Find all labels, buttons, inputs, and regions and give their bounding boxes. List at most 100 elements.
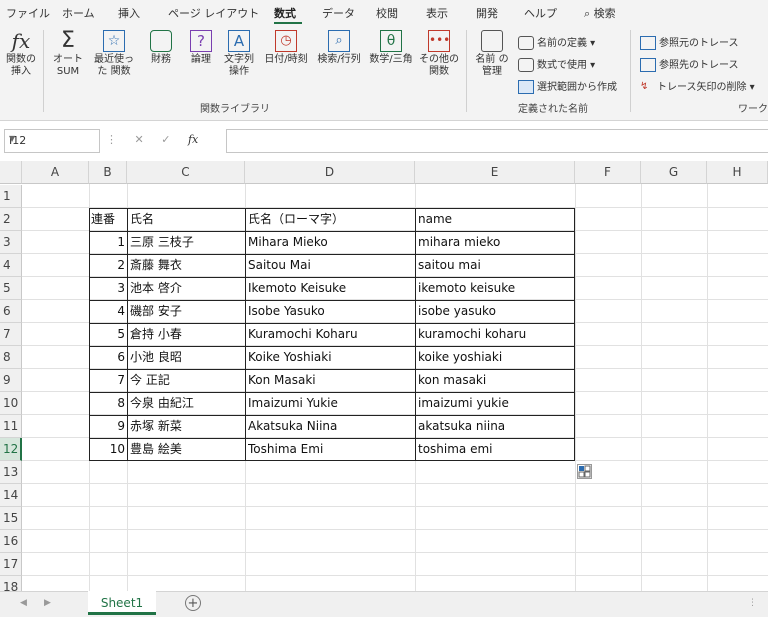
text-button[interactable]: A 文字列 操作 xyxy=(222,30,256,78)
remove-arrows-button[interactable]: ↯ トレース矢印の削除 ▾ xyxy=(640,78,755,93)
table-cell-romaji[interactable]: Akatsuka Niina xyxy=(248,415,414,437)
recent-functions-button[interactable]: ☆ 最近使った 関数 xyxy=(92,30,136,78)
table-cell-name[interactable]: 小池 良昭 xyxy=(130,346,244,368)
search-box[interactable]: ⌕ 検索 xyxy=(584,5,616,21)
row-header-13[interactable]: 13 xyxy=(0,461,22,484)
formula-input[interactable] xyxy=(226,129,768,153)
column-header-c[interactable]: C xyxy=(127,161,245,184)
column-header-a[interactable]: A xyxy=(22,161,89,184)
table-cell-name[interactable]: 倉持 小春 xyxy=(130,323,244,345)
table-cell-romaji[interactable]: Imaizumi Yukie xyxy=(248,392,414,414)
enter-icon[interactable]: ✓ xyxy=(161,133,170,146)
row-header-12[interactable]: 12 xyxy=(0,438,22,461)
table-cell-number[interactable]: 6 xyxy=(89,346,125,368)
row-header-15[interactable]: 15 xyxy=(0,507,22,530)
create-from-selection-button[interactable]: 選択範囲から作成 xyxy=(518,78,617,94)
table-cell-number[interactable]: 1 xyxy=(89,231,125,253)
tab-help[interactable]: ヘルプ xyxy=(524,5,557,21)
row-header-6[interactable]: 6 xyxy=(0,300,22,323)
table-cell-romaji[interactable]: Koike Yoshiaki xyxy=(248,346,414,368)
table-cell-number[interactable]: 4 xyxy=(89,300,125,322)
row-header-11[interactable]: 11 xyxy=(0,415,22,438)
table-header-number[interactable]: 連番 xyxy=(91,208,127,230)
table-cell-lowercase[interactable]: ikemoto keisuke xyxy=(418,277,574,299)
table-cell-lowercase[interactable]: mihara mieko xyxy=(418,231,574,253)
table-cell-lowercase[interactable]: akatsuka niina xyxy=(418,415,574,437)
row-header-2[interactable]: 2 xyxy=(0,208,22,231)
table-cell-name[interactable]: 三原 三枝子 xyxy=(130,231,244,253)
table-cell-number[interactable]: 9 xyxy=(89,415,125,437)
more-options-icon[interactable]: ⋮ xyxy=(748,598,757,608)
name-manager-button[interactable]: 名前 の管理 xyxy=(472,30,512,78)
tab-data[interactable]: データ xyxy=(322,5,355,21)
name-box[interactable]: I12 ▼ xyxy=(4,129,100,153)
tab-view[interactable]: 表示 xyxy=(426,5,448,21)
table-cell-number[interactable]: 3 xyxy=(89,277,125,299)
table-cell-romaji[interactable]: Kon Masaki xyxy=(248,369,414,391)
tab-page-layout[interactable]: ページ レイアウト xyxy=(168,5,259,21)
table-cell-lowercase[interactable]: isobe yasuko xyxy=(418,300,574,322)
column-header-f[interactable]: F xyxy=(575,161,641,184)
row-header-18[interactable]: 18 xyxy=(0,576,22,591)
define-name-button[interactable]: 名前の定義 ▾ xyxy=(518,34,595,50)
math-button[interactable]: θ 数学/三角 xyxy=(366,30,416,66)
row-header-10[interactable]: 10 xyxy=(0,392,22,415)
column-header-e[interactable]: E xyxy=(415,161,575,184)
table-cell-number[interactable]: 10 xyxy=(89,438,125,460)
insert-function-button[interactable]: fx 関数の 挿入 xyxy=(4,30,38,78)
row-header-1[interactable]: 1 xyxy=(0,185,22,208)
trace-dependents-button[interactable]: 参照先のトレース xyxy=(640,56,739,72)
row-header-8[interactable]: 8 xyxy=(0,346,22,369)
table-cell-romaji[interactable]: Saitou Mai xyxy=(248,254,414,276)
autosum-button[interactable]: Σ オート SUM xyxy=(48,30,88,78)
more-functions-button[interactable]: ••• その他の 関数 xyxy=(418,30,460,78)
table-cell-name[interactable]: 池本 啓介 xyxy=(130,277,244,299)
tab-insert[interactable]: 挿入 xyxy=(118,5,140,21)
table-header-lowercase[interactable]: name xyxy=(418,208,574,230)
table-cell-romaji[interactable]: Mihara Mieko xyxy=(248,231,414,253)
table-cell-lowercase[interactable]: imaizumi yukie xyxy=(418,392,574,414)
table-cell-lowercase[interactable]: toshima emi xyxy=(418,438,574,460)
add-sheet-icon[interactable]: + xyxy=(185,595,201,611)
table-header-romaji[interactable]: 氏名（ローマ字） xyxy=(248,208,414,230)
trace-precedents-button[interactable]: 参照元のトレース xyxy=(640,34,739,50)
table-cell-romaji[interactable]: Ikemoto Keisuke xyxy=(248,277,414,299)
table-cell-romaji[interactable]: Isobe Yasuko xyxy=(248,300,414,322)
logical-button[interactable]: ? 論理 xyxy=(186,30,216,66)
tab-home[interactable]: ホーム xyxy=(62,5,95,21)
tab-review[interactable]: 校閲 xyxy=(376,5,398,21)
insert-function-icon[interactable]: fx xyxy=(188,133,198,146)
tab-file[interactable]: ファイル xyxy=(6,5,50,21)
row-header-17[interactable]: 17 xyxy=(0,553,22,576)
column-header-d[interactable]: D xyxy=(245,161,415,184)
table-cell-number[interactable]: 7 xyxy=(89,369,125,391)
lookup-button[interactable]: ⌕ 検索/行列 xyxy=(314,30,364,66)
table-cell-name[interactable]: 磯部 安子 xyxy=(130,300,244,322)
use-in-formula-button[interactable]: 数式で使用 ▾ xyxy=(518,56,595,72)
table-cell-romaji[interactable]: Kuramochi Koharu xyxy=(248,323,414,345)
table-cell-lowercase[interactable]: kon masaki xyxy=(418,369,574,391)
table-cell-number[interactable]: 8 xyxy=(89,392,125,414)
table-cell-romaji[interactable]: Toshima Emi xyxy=(248,438,414,460)
table-cell-name[interactable]: 今泉 由紀江 xyxy=(130,392,244,414)
table-cell-lowercase[interactable]: saitou mai xyxy=(418,254,574,276)
row-header-3[interactable]: 3 xyxy=(0,231,22,254)
table-cell-lowercase[interactable]: kuramochi koharu xyxy=(418,323,574,345)
quick-analysis-icon[interactable] xyxy=(577,464,592,479)
column-header-g[interactable]: G xyxy=(641,161,707,184)
row-header-7[interactable]: 7 xyxy=(0,323,22,346)
table-cell-number[interactable]: 2 xyxy=(89,254,125,276)
datetime-button[interactable]: ◷ 日付/時刻 xyxy=(260,30,312,66)
table-header-name[interactable]: 氏名 xyxy=(130,208,244,230)
column-header-h[interactable]: H xyxy=(707,161,768,184)
table-cell-name[interactable]: 赤塚 新菜 xyxy=(130,415,244,437)
table-cell-name[interactable]: 豊島 絵美 xyxy=(130,438,244,460)
row-header-5[interactable]: 5 xyxy=(0,277,22,300)
row-header-14[interactable]: 14 xyxy=(0,484,22,507)
row-header-9[interactable]: 9 xyxy=(0,369,22,392)
sheet-tab-sheet1[interactable]: Sheet1 xyxy=(88,591,156,615)
table-cell-name[interactable]: 斎藤 舞衣 xyxy=(130,254,244,276)
chevron-down-icon[interactable]: ▼ xyxy=(9,134,95,143)
scroll-right-icon[interactable]: ▶ xyxy=(44,598,51,608)
tab-formulas[interactable]: 数式 xyxy=(274,5,296,21)
